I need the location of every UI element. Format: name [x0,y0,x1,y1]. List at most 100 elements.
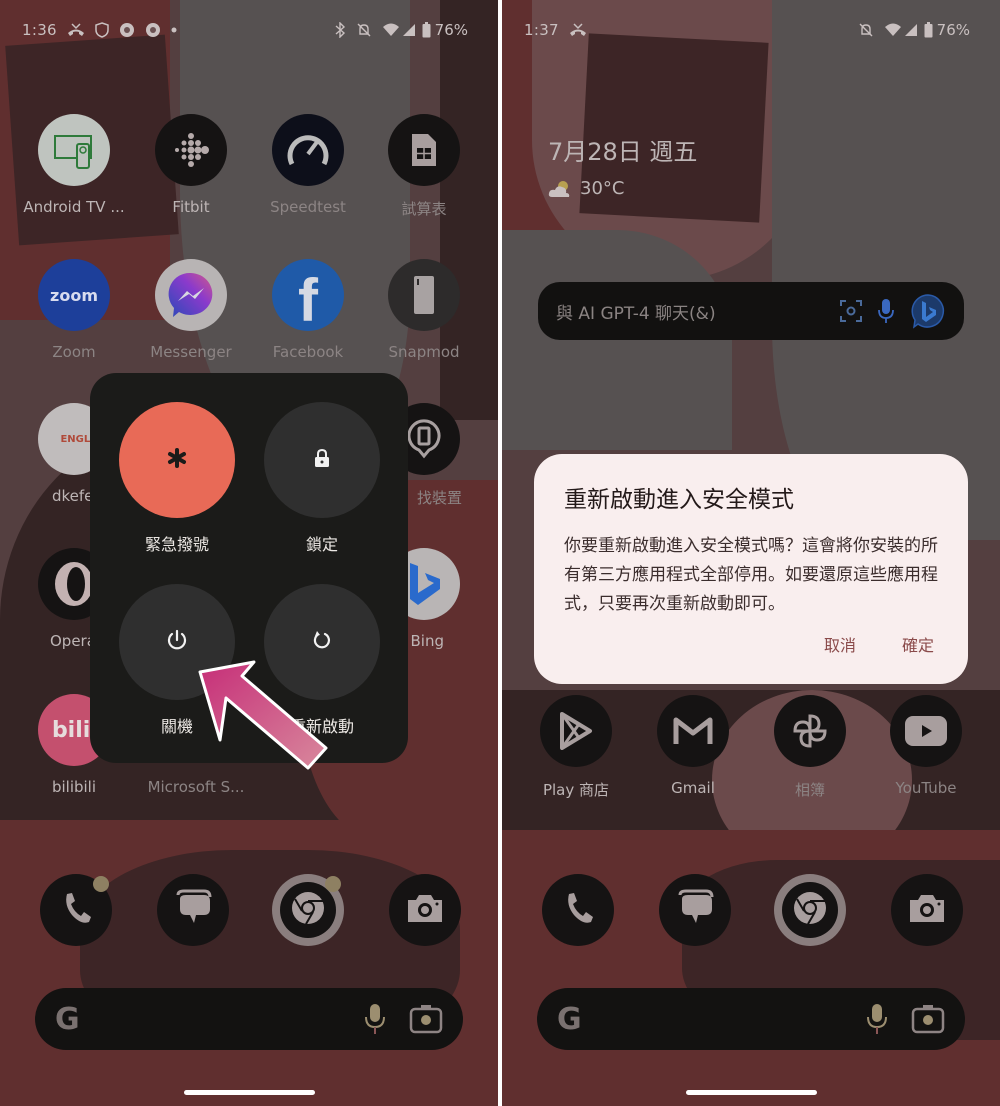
restart-icon [312,630,332,654]
dock-messages[interactable] [157,874,229,946]
snapmod-icon [388,259,460,331]
app-photos[interactable]: 相簿 [752,695,868,800]
lock-icon [314,448,330,472]
dialog-message: 你要重新啟動進入安全模式嗎？這會將你安裝的所有第三方應用程式全部停用。如要還原這… [564,536,938,614]
app-label: Messenger [150,343,232,361]
sheets-icon [388,114,460,186]
dock-camera[interactable] [389,874,461,946]
confirm-button[interactable]: 確定 [902,632,934,656]
weather-widget[interactable]: 30°C [548,178,624,199]
lens-camera-icon[interactable] [911,1004,945,1034]
power-menu: 緊急撥號 鎖定 關機 重新啟動 [90,373,408,763]
app-play-store[interactable]: Play 商店 [518,695,634,800]
app-zoom[interactable]: zoom Zoom [16,259,132,361]
lock-button[interactable] [264,402,380,518]
zoom-icon: zoom [38,259,110,331]
phone-icon [61,891,91,929]
right-phone-screen: 1:37 76% 7月28日 週五 30°C 與 AI GPT-4 聊天(&) [502,0,1000,1106]
chrome-icon [290,890,326,930]
photos-icon [774,695,846,767]
notification-dot [93,876,109,892]
dock-chrome[interactable] [774,874,846,946]
power-off-label: 關機 [160,717,193,736]
date-widget[interactable]: 7月28日 週五 [548,132,697,167]
notification-dot [325,876,341,892]
app-label: Speedtest [270,198,346,216]
battery-icon [422,22,431,38]
fitbit-icon [155,114,227,186]
google-search-bar[interactable]: G [537,988,965,1050]
app-youtube[interactable]: YouTube [868,695,984,797]
missed-call-icon [569,23,587,37]
shield-icon [95,22,109,38]
microphone-icon[interactable] [363,1002,387,1036]
app-label: bilibili [51,778,97,796]
bing-chat-search-bar[interactable]: 與 AI GPT-4 聊天(&) [538,282,964,340]
messenger-icon [155,259,227,331]
dot-icon [171,27,177,33]
status-bar: 1:36 76% [22,16,468,44]
app-label: 試算表 [401,200,447,218]
emergency-call-label: 緊急撥號 [144,535,209,554]
app-gmail[interactable]: Gmail [635,695,751,797]
app-messenger[interactable]: Messenger [133,259,249,361]
bing-search-placeholder: 與 AI GPT-4 聊天(&) [556,303,716,324]
power-icon [166,629,188,655]
bell-off-icon [858,22,874,38]
bing-chat-icon[interactable] [910,293,946,329]
app-label: YouTube [895,779,957,797]
power-off-button[interactable] [119,584,235,700]
app-facebook[interactable]: f Facebook [250,259,366,361]
app-sheets[interactable]: 試算表 [366,114,482,219]
dialog-actions: 取消 確定 [778,632,934,656]
microphone-icon[interactable] [865,1002,889,1036]
emergency-call-button[interactable] [119,402,235,518]
app-label: Play 商店 [542,781,610,799]
phone-icon [563,891,593,929]
app-label: Zoom [52,343,96,361]
microphone-icon[interactable] [878,298,894,324]
gesture-nav-handle[interactable] [184,1090,315,1095]
gesture-nav-handle[interactable] [686,1090,817,1095]
cancel-button[interactable]: 取消 [824,632,856,656]
speedtest-icon [272,114,344,186]
gmail-icon [657,695,729,767]
dock-phone[interactable] [542,874,614,946]
lens-camera-icon[interactable] [409,1004,443,1034]
visual-search-icon[interactable] [840,300,862,322]
app-label: Gmail [671,779,715,797]
camera-icon [406,892,444,928]
restart-label: 重新啟動 [289,717,354,736]
app-speedtest[interactable]: Speedtest [250,114,366,216]
battery-icon [924,22,933,38]
messages-icon [174,889,212,931]
dock-messages[interactable] [659,874,731,946]
play-store-icon [540,695,612,767]
google-search-bar[interactable]: G [35,988,463,1050]
left-phone-screen: 1:36 76% Android TV ... Fitbit Speedtest… [0,0,498,1106]
chrome-icon [145,22,161,38]
camera-icon [908,892,946,928]
status-time: 1:37 [524,21,559,39]
temperature: 30°C [580,178,625,199]
battery-level: 76% [936,21,970,39]
android-tv-remote-icon [38,114,110,186]
app-label: Microsoft S... [147,778,245,796]
bluetooth-icon [334,22,346,38]
signal-icon [402,23,416,37]
asterisk-icon [167,448,187,472]
restart-button[interactable] [264,584,380,700]
app-label: Facebook [272,343,344,361]
google-logo: G [557,1001,582,1037]
status-time: 1:36 [22,21,57,39]
app-fitbit[interactable]: Fitbit [133,114,249,216]
battery-level: 76% [434,21,468,39]
dock-camera[interactable] [891,874,963,946]
google-logo: G [55,1001,80,1037]
safe-mode-dialog: 重新啟動進入安全模式 你要重新啟動進入安全模式嗎？這會將你安裝的所有第三方應用程… [534,454,968,684]
app-android-tv[interactable]: Android TV ... [16,114,132,216]
partly-cloudy-icon [548,180,572,198]
app-snapmod[interactable]: Snapmod [366,259,482,361]
chrome-icon [119,22,135,38]
dialog-title: 重新啟動進入安全模式 [564,487,794,513]
